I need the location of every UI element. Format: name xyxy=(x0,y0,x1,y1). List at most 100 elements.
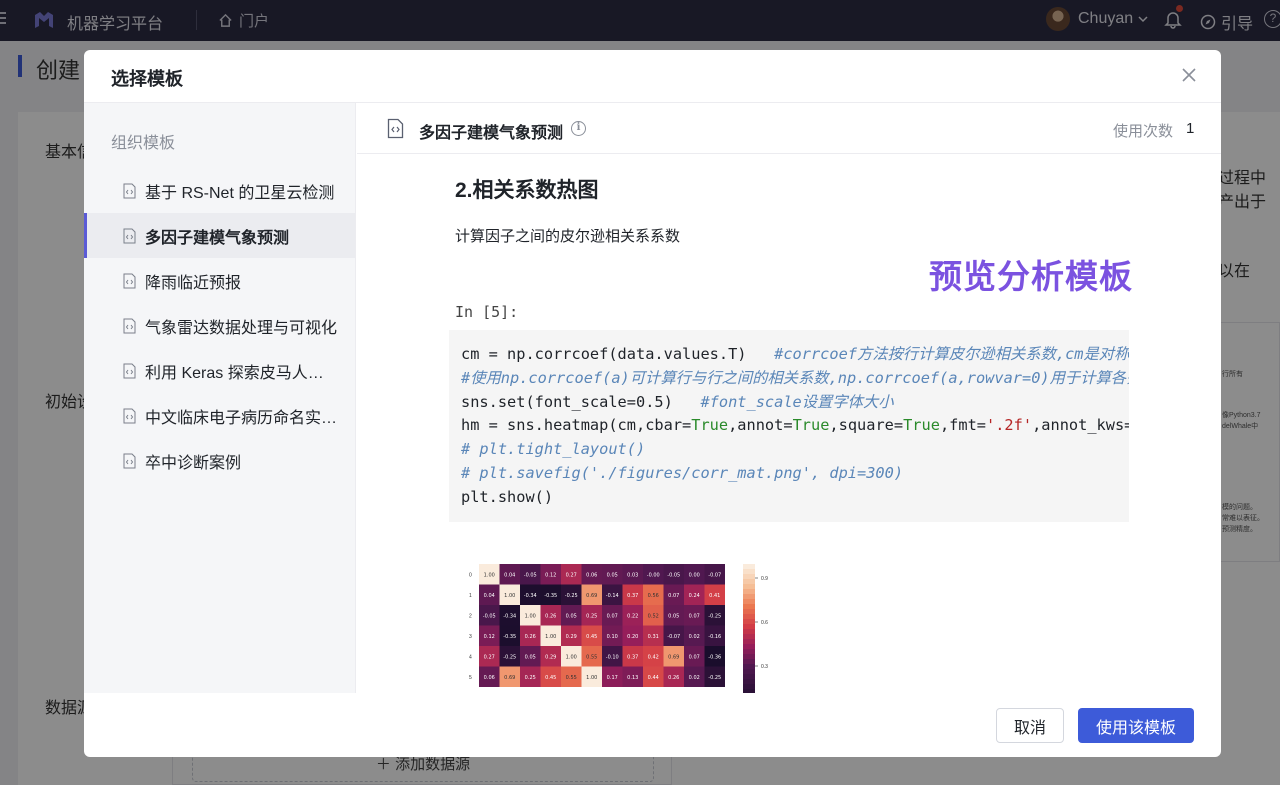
colorbar-segment xyxy=(743,599,755,605)
template-label: 气象雷达数据处理与可视化 xyxy=(145,319,338,337)
heatmap-row-label: 0 xyxy=(469,572,472,578)
colorbar-segment xyxy=(743,594,755,600)
heatmap-cell-label: 1.00 xyxy=(545,634,556,640)
info-icon[interactable]: i xyxy=(571,121,586,136)
heatmap-cell-label: 0.27 xyxy=(566,572,577,578)
heatmap-cell-label: 0.13 xyxy=(627,675,638,681)
heatmap-cell-label: 0.52 xyxy=(648,613,659,619)
heatmap-cell-label: 0.07 xyxy=(668,593,679,599)
sidebar-heading: 组织模板 xyxy=(111,135,176,152)
colorbar-segment xyxy=(743,684,755,690)
heatmap-cell-label: 0.10 xyxy=(607,634,618,640)
heatmap-cell-label: -0.34 xyxy=(524,593,537,599)
heatmap-cell-label: -0.05 xyxy=(667,572,680,578)
template-item[interactable]: 利用 Keras 探索皮马人… xyxy=(84,348,355,393)
heatmap-row-label: 5 xyxy=(469,675,472,681)
heatmap-cell-label: -0.05 xyxy=(483,613,496,619)
heatmap-cell-label: 0.02 xyxy=(689,634,700,640)
colorbar-segment xyxy=(743,569,755,575)
heatmap-cell-label: 0.07 xyxy=(689,613,700,619)
heatmap-cell-label: -0.36 xyxy=(708,654,721,660)
template-item-selected[interactable]: 多因子建模气象预测 xyxy=(84,213,355,258)
heatmap-cell-label: 0.06 xyxy=(484,675,495,681)
colorbar-segment xyxy=(743,669,755,675)
use-template-label: 使用该模板 xyxy=(1095,719,1176,737)
heatmap-cell-label: 0.04 xyxy=(504,572,515,578)
heatmap-cell-label: 0.05 xyxy=(566,613,577,619)
colorbar-segment xyxy=(743,679,755,685)
notebook-file-icon xyxy=(123,228,136,243)
heatmap-cell-label: -0.07 xyxy=(667,634,680,640)
modal-title: 选择模板 xyxy=(111,69,183,89)
template-preview-pane: 多因子建模气象预测 i 使用次数 1 2.相关系数热图 计算因子之间的皮尔逊相关… xyxy=(357,103,1221,693)
heatmap-cell-label: 0.05 xyxy=(607,572,618,578)
notebook-heading: 2.相关系数热图 xyxy=(455,179,599,202)
heatmap-cell-label: 0.06 xyxy=(586,572,597,578)
heatmap-row-label: 4 xyxy=(469,654,472,660)
heatmap-cell-label: -0.34 xyxy=(503,613,516,619)
template-item[interactable]: 基于 RS-Net 的卫星云检测 xyxy=(84,168,355,213)
colorbar-segment xyxy=(743,659,755,665)
heatmap-cell-label: -0.25 xyxy=(565,593,578,599)
template-label: 降雨临近预报 xyxy=(145,274,242,292)
template-item[interactable]: 卒中诊断案例 xyxy=(84,438,355,483)
heatmap-cell-label: -0.25 xyxy=(708,675,721,681)
heatmap-cell-label: 0.26 xyxy=(525,634,536,640)
heatmap-cell-label: 0.20 xyxy=(627,634,638,640)
heatmap-cell-label: 1.00 xyxy=(504,593,515,599)
colorbar-segment xyxy=(743,589,755,595)
heatmap-cell-label: 0.25 xyxy=(525,675,536,681)
heatmap-row-label: 2 xyxy=(469,613,472,619)
colorbar-segment xyxy=(743,654,755,660)
template-item[interactable]: 降雨临近预报 xyxy=(84,258,355,303)
heatmap-cell-label: 0.07 xyxy=(689,654,700,660)
colorbar-segment xyxy=(743,604,755,610)
heatmap-cell-label: -0.25 xyxy=(708,613,721,619)
heatmap-row-label: 3 xyxy=(469,634,472,640)
heatmap-cell-label: 1.00 xyxy=(525,613,536,619)
colorbar-tick-label: 0.6 xyxy=(761,620,768,626)
modal-header: 选择模板 xyxy=(84,50,1221,103)
colorbar-segment xyxy=(743,564,755,570)
heatmap-cell-label: 0.69 xyxy=(668,654,679,660)
heatmap-cell-label: 0.03 xyxy=(627,572,638,578)
cancel-button[interactable]: 取消 xyxy=(996,708,1064,743)
heatmap-cell-label: 1.00 xyxy=(566,654,577,660)
heatmap-cell-label: -0.16 xyxy=(708,634,721,640)
heatmap-cell-label: 0.05 xyxy=(668,613,679,619)
notebook-file-icon xyxy=(123,408,136,423)
notebook-preview[interactable]: 2.相关系数热图 计算因子之间的皮尔逊相关系系数 预览分析模板 In [5]: … xyxy=(357,154,1221,693)
heatmap-cell-label: 0.27 xyxy=(484,654,495,660)
heatmap-cell-label: 0.26 xyxy=(545,613,556,619)
heatmap-cell-label: 0.24 xyxy=(689,593,700,599)
heatmap-cell-label: 0.37 xyxy=(627,654,638,660)
colorbar-segment xyxy=(743,614,755,620)
heatmap-cell-label: 0.17 xyxy=(607,675,618,681)
heatmap-cell-label: 0.44 xyxy=(648,675,659,681)
heatmap-cell-label: 0.25 xyxy=(586,613,597,619)
cell-input-prompt: In [5]: xyxy=(455,303,519,321)
colorbar-segment xyxy=(743,689,755,693)
heatmap-cell-label: -0.05 xyxy=(524,572,537,578)
use-template-button[interactable]: 使用该模板 xyxy=(1078,708,1194,743)
close-icon[interactable] xyxy=(1179,65,1199,85)
notebook-file-icon xyxy=(123,183,136,198)
heatmap-cell-label: 0.12 xyxy=(484,634,495,640)
colorbar-segment xyxy=(743,644,755,650)
notebook-paragraph: 计算因子之间的皮尔逊相关系系数 xyxy=(455,228,681,245)
colorbar-segment xyxy=(743,649,755,655)
notebook-file-icon xyxy=(123,318,136,333)
heatmap-cell-label: 0.69 xyxy=(586,593,597,599)
colorbar-segment xyxy=(743,584,755,590)
heatmap-cell-label: 0.55 xyxy=(566,675,577,681)
template-item[interactable]: 中文临床电子病历命名实… xyxy=(84,393,355,438)
code-cell: cm = np.corrcoef(data.values.T) #corrcoe… xyxy=(449,330,1129,522)
correlation-heatmap-image: 0 1.00 0.04 -0.05 0.12 0.27 0.06 0.05 0.03 -0.00 -… xyxy=(469,564,768,693)
template-label: 卒中诊断案例 xyxy=(145,454,242,472)
heatmap-cell-label: 0.29 xyxy=(566,634,577,640)
template-item[interactable]: 气象雷达数据处理与可视化 xyxy=(84,303,355,348)
template-label: 利用 Keras 探索皮马人… xyxy=(145,364,324,382)
heatmap-cell-label: 0.45 xyxy=(545,675,556,681)
heatmap-cell-label: 0.04 xyxy=(484,593,495,599)
heatmap-cell-label: 0.07 xyxy=(607,613,618,619)
